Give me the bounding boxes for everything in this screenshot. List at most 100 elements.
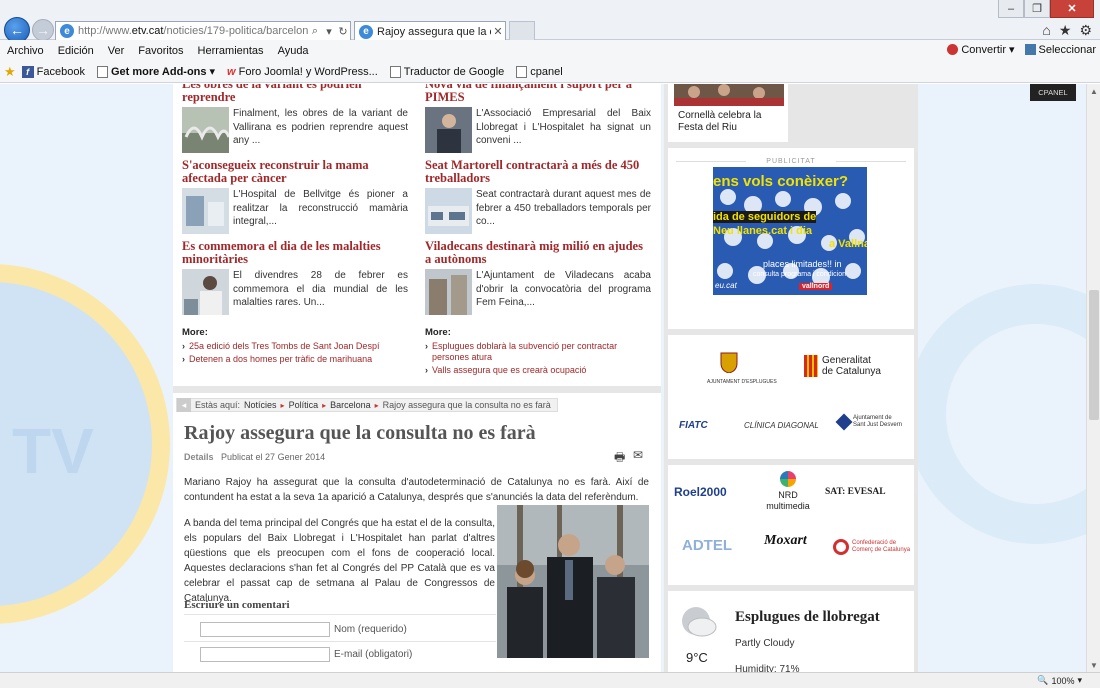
menu-ver[interactable]: Ver xyxy=(101,45,132,57)
cpanel-button[interactable]: CPANEL xyxy=(1030,84,1076,101)
maximize-button[interactable]: ❐ xyxy=(1024,0,1050,18)
news-thumbnail[interactable] xyxy=(425,188,472,234)
select-icon xyxy=(1024,44,1036,55)
scroll-down-icon[interactable]: ▼ xyxy=(1088,659,1100,671)
breadcrumb-link-barcelona[interactable]: Barcelona xyxy=(330,400,371,410)
gear-icon[interactable]: ⚙ xyxy=(1079,22,1092,39)
nrd-logo[interactable]: NRD multimedia xyxy=(758,471,818,512)
news-text: L'Associació Empresarial del Baix Llobre… xyxy=(476,108,651,146)
fav-traductor[interactable]: Traductor de Google xyxy=(384,65,510,78)
news-thumbnail[interactable] xyxy=(425,107,472,153)
news-title[interactable]: S'aconsegueix reconstruir la mama afecta… xyxy=(182,159,408,185)
news-item[interactable]: Seat Martorell contractarà a més de 450 … xyxy=(425,159,651,234)
zoom-level: 100% xyxy=(1051,675,1075,686)
esplugues-label: AJUNTAMENT D'ESPLUGUES xyxy=(707,379,777,385)
email-field[interactable] xyxy=(200,647,330,662)
fav-facebook[interactable]: f Facebook xyxy=(16,65,91,78)
main-content: Les obres de la variant es podrien repre… xyxy=(173,84,661,672)
favorites-bar: ★ f Facebook Get more Add-ons ▾ w Foro Joo… xyxy=(0,61,1100,83)
menu-ayuda[interactable]: Ayuda xyxy=(271,45,316,57)
dropdown-arrow-icon[interactable]: ▾ xyxy=(322,25,336,38)
comment-separator xyxy=(184,641,496,642)
sant-just-line: Ajuntament de xyxy=(853,415,892,421)
refresh-icon[interactable]: ↻ xyxy=(336,25,350,38)
sidebar-news-caption[interactable]: Cornellà celebra la Festa del Riu xyxy=(678,110,778,134)
news-thumbnail[interactable] xyxy=(182,188,229,234)
esplugues-logo[interactable] xyxy=(709,351,749,373)
tab-active[interactable]: e Rajoy assegura que la cons... ✕ xyxy=(354,21,506,41)
fav-get-addons[interactable]: Get more Add-ons ▾ xyxy=(91,65,221,78)
print-icon[interactable]: 🖶 xyxy=(614,448,625,469)
email-icon[interactable]: ✉ xyxy=(633,448,643,462)
background-wave xyxy=(906,284,1086,544)
name-field[interactable] xyxy=(200,622,330,637)
news-thumbnail[interactable] xyxy=(182,107,229,153)
tab-title: Rajoy assegura que la cons... xyxy=(377,25,491,38)
menu-favoritos[interactable]: Favoritos xyxy=(131,45,190,57)
fav-cpanel[interactable]: cpanel xyxy=(510,65,568,78)
fav-foro-joomla[interactable]: w Foro Joomla! y WordPress... xyxy=(221,66,384,78)
generalitat-line: Generalitat xyxy=(822,355,871,366)
search-icon[interactable]: ⌕ xyxy=(308,25,322,38)
forward-button[interactable]: → xyxy=(32,19,54,41)
favorites-star-icon[interactable]: ★ xyxy=(1059,22,1072,39)
convertir-button[interactable]: Convertir ▾ xyxy=(947,43,1015,56)
generalitat-logo[interactable]: Generalitat de Catalunya xyxy=(804,355,881,377)
zoom-control[interactable]: 🔍 100% ▾ xyxy=(1037,675,1082,686)
url-text[interactable]: http://www.etv.cat/noticies/179-politica… xyxy=(78,25,308,37)
news-thumbnail[interactable] xyxy=(425,269,472,315)
more-link[interactable]: Valls assegura que es crearà ocupació xyxy=(425,365,651,376)
sidebar-news-box[interactable]: Cornellà celebra la Festa del Riu xyxy=(668,84,788,142)
news-item[interactable]: S'aconsegueix reconstruir la mama afecta… xyxy=(182,159,408,234)
ie-icon: e xyxy=(60,24,74,38)
comerc-logo[interactable]: Confederació de Comerç de Catalunya xyxy=(833,539,910,555)
news-text: Seat contractarà durant aquest mes de fe… xyxy=(476,189,651,227)
sant-just-logo[interactable]: Ajuntament de Sant Just Desvern xyxy=(835,413,902,431)
sat-evesal-logo[interactable]: SAT: EVESAL xyxy=(825,487,886,497)
breadcrumb-link-noticies[interactable]: Notícies xyxy=(244,400,277,410)
news-title[interactable]: Es commemora el dia de les malalties min… xyxy=(182,240,408,266)
new-tab-button[interactable] xyxy=(509,21,535,41)
adtel-logo[interactable]: ADTEL xyxy=(682,537,732,554)
ad-line: ida de seguidors de xyxy=(713,211,817,223)
news-item[interactable]: Nova via de finançament i suport per a P… xyxy=(425,84,651,153)
ad-headline: ens vols conèixer? xyxy=(713,173,849,190)
breadcrumb-link-politica[interactable]: Política xyxy=(289,400,319,410)
moxart-logo[interactable]: Moxart xyxy=(764,533,807,549)
fiatc-logo[interactable]: FIATC xyxy=(679,420,708,431)
news-title[interactable]: Viladecans destinarà mig milió en ajudes… xyxy=(425,240,651,266)
scroll-thumb[interactable] xyxy=(1089,290,1099,420)
news-thumbnail[interactable] xyxy=(182,269,229,315)
home-icon[interactable]: ⌂ xyxy=(1042,22,1050,39)
more-link[interactable]: Detenen a dos homes per tràfic de marihu… xyxy=(182,354,408,365)
toolbar-right-icons: ⌂ ★ ⚙ xyxy=(1042,22,1092,39)
tab-close-icon[interactable]: ✕ xyxy=(491,25,505,38)
page-icon xyxy=(389,65,401,78)
ad-banner[interactable]: ens vols conèixer? ida de seguidors de N… xyxy=(713,167,867,320)
news-title[interactable]: Nova via de finançament i suport per a P… xyxy=(425,84,651,104)
news-item[interactable]: Les obres de la variant es podrien repre… xyxy=(182,84,408,153)
menu-archivo[interactable]: Archivo xyxy=(0,45,51,57)
seleccionar-button[interactable]: Seleccionar xyxy=(1024,43,1096,56)
menu-herramientas[interactable]: Herramientas xyxy=(191,45,271,57)
sidebar-news-thumbnail[interactable] xyxy=(674,84,784,106)
weather-location: Esplugues de llobregat xyxy=(735,609,880,625)
news-item[interactable]: Es commemora el dia de les malalties min… xyxy=(182,240,408,315)
news-item[interactable]: Viladecans destinarà mig milió en ajudes… xyxy=(425,240,651,315)
clinica-diagonal-logo[interactable]: CLÍNICA DIAGONAL xyxy=(744,421,819,430)
address-bar[interactable]: e http://www.etv.cat/noticies/179-politi… xyxy=(55,21,351,41)
minimize-button[interactable]: – xyxy=(998,0,1024,18)
menu-edicion[interactable]: Edición xyxy=(51,45,101,57)
more-link[interactable]: 25a edició dels Tres Tombs de Sant Joan … xyxy=(182,341,408,352)
ad-line: consulta programa i condicion xyxy=(753,271,846,278)
news-title[interactable]: Seat Martorell contractarà a més de 450 … xyxy=(425,159,651,185)
scroll-up-icon[interactable]: ▲ xyxy=(1088,85,1100,97)
close-window-button[interactable]: ✕ xyxy=(1050,0,1094,18)
favorites-star-icon[interactable]: ★ xyxy=(0,64,16,80)
news-title[interactable]: Les obres de la variant es podrien repre… xyxy=(182,84,408,104)
more-link[interactable]: Esplugues doblarà la subvenció per contr… xyxy=(425,341,651,363)
zoom-dropdown-icon[interactable]: ▾ xyxy=(1077,675,1082,686)
vertical-scrollbar[interactable]: ▲ ▼ xyxy=(1086,84,1100,672)
facebook-icon: f xyxy=(21,65,34,78)
roel2000-logo[interactable]: Roel2000 xyxy=(674,485,727,499)
